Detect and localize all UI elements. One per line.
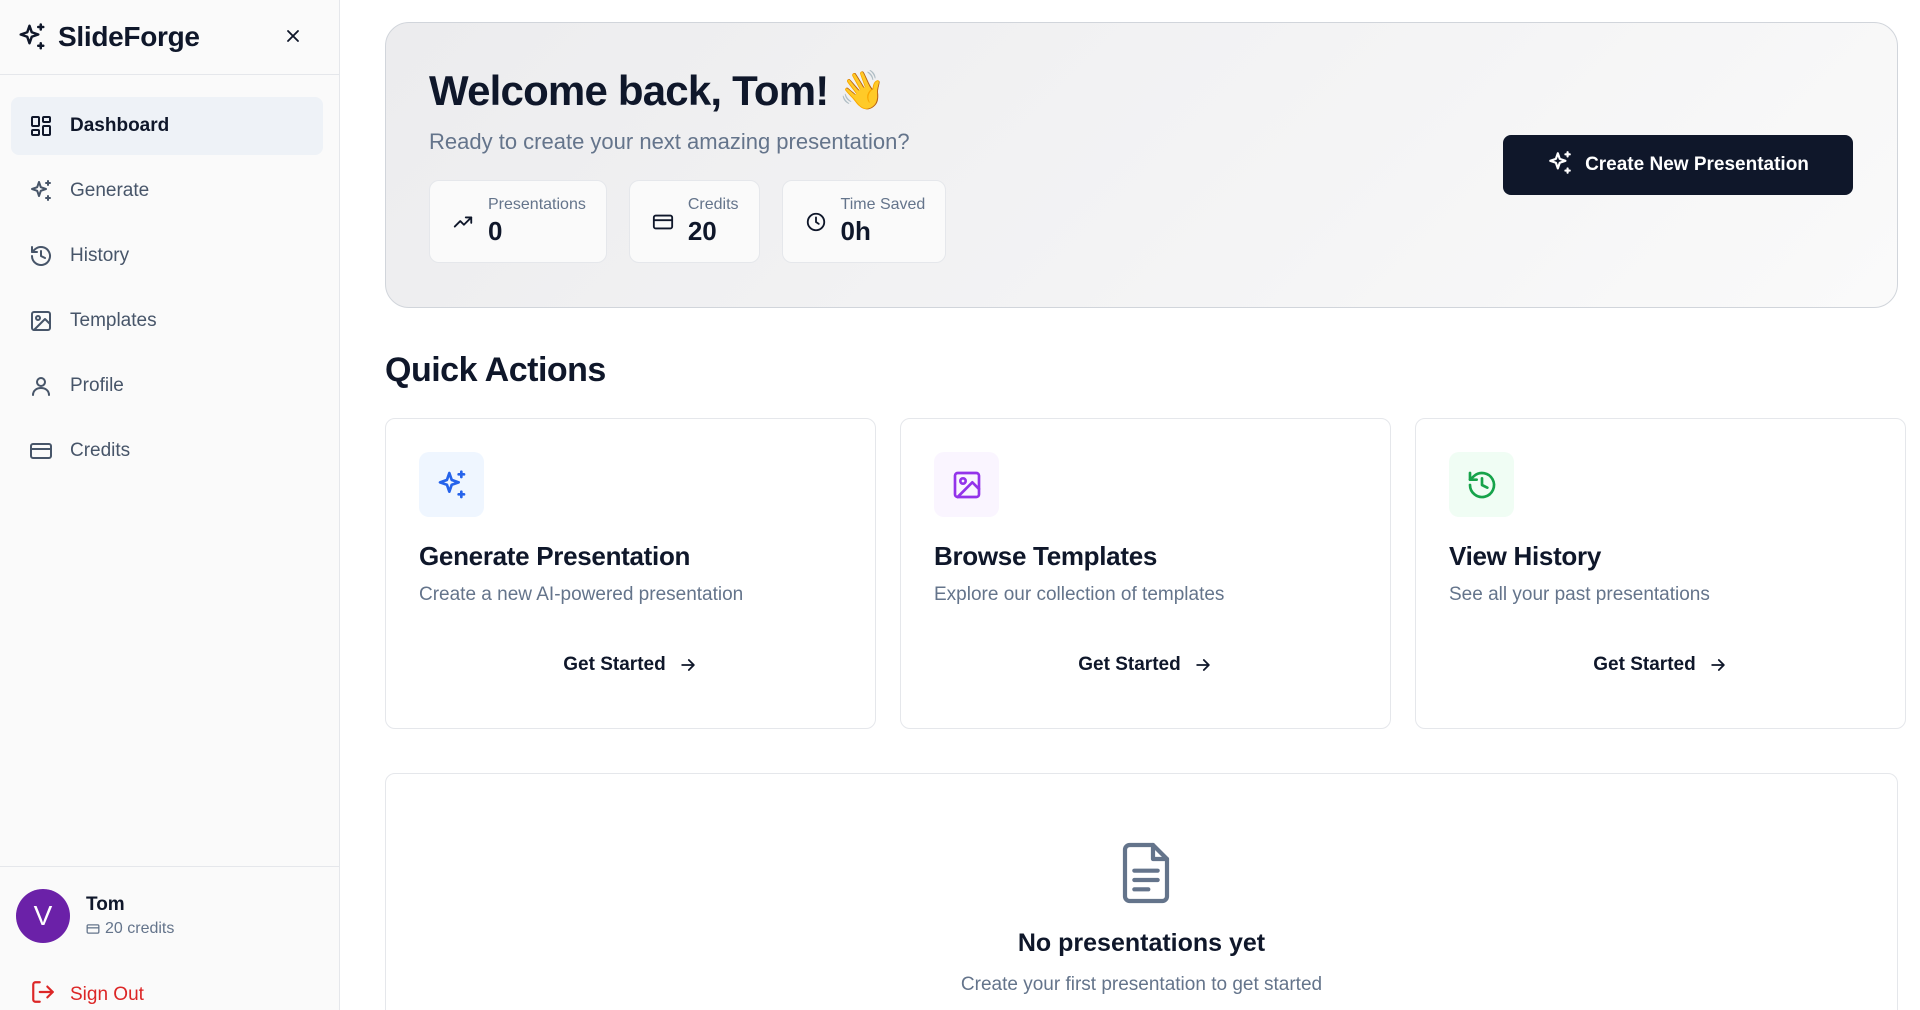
stats-row: Presentations 0 Credits 20 Time Saved 0h	[429, 180, 968, 263]
quick-action-templates-card[interactable]: Browse Templates Explore our collection …	[900, 418, 1391, 729]
user-icon	[27, 372, 55, 400]
create-new-presentation-label: Create New Presentation	[1585, 154, 1809, 175]
stat-label: Presentations	[488, 196, 586, 213]
close-sidebar-button[interactable]	[277, 20, 309, 52]
sign-out-button[interactable]: Sign Out	[30, 979, 144, 1010]
trending-up-icon	[450, 209, 476, 235]
user-summary[interactable]: V Tom 20 credits	[16, 889, 174, 943]
sparkles-icon	[27, 177, 55, 205]
create-new-presentation-button[interactable]: Create New Presentation	[1503, 135, 1853, 195]
get-started-label: Get Started	[563, 654, 666, 675]
get-started-button[interactable]: Get Started	[1416, 648, 1905, 682]
card-description: Explore our collection of templates	[934, 584, 1225, 605]
card-title: View History	[1449, 541, 1601, 571]
sidebar-item-credits[interactable]: Credits	[11, 422, 323, 480]
stat-credits: Credits 20	[628, 180, 760, 263]
stat-label: Time Saved	[840, 196, 926, 213]
welcome-title: Welcome back, Tom! 👋	[429, 67, 886, 115]
stat-value: 20	[687, 216, 717, 246]
file-text-icon	[1122, 842, 1170, 904]
stat-presentations: Presentations 0	[429, 180, 607, 263]
credit-card-icon	[27, 437, 55, 465]
arrow-right-icon	[1193, 655, 1213, 675]
sidebar-item-profile[interactable]: Profile	[11, 357, 323, 415]
card-description: See all your past presentations	[1449, 584, 1710, 605]
avatar: V	[16, 889, 70, 943]
quick-actions-title: Quick Actions	[385, 351, 606, 389]
stat-time-saved: Time Saved 0h	[781, 180, 947, 263]
card-title: Generate Presentation	[419, 541, 691, 571]
sidebar-footer: V Tom 20 credits Sign Out	[0, 866, 339, 1010]
get-started-button[interactable]: Get Started	[386, 648, 875, 682]
sidebar-item-label: History	[70, 245, 130, 266]
credit-card-icon	[86, 922, 100, 936]
user-name: Tom	[86, 894, 125, 915]
get-started-label: Get Started	[1593, 654, 1696, 675]
sparkles-logo-icon	[16, 21, 48, 53]
sparkles-icon	[1547, 150, 1573, 181]
sidebar-item-label: Credits	[70, 440, 131, 461]
empty-state-subtitle: Create your first presentation to get st…	[960, 974, 1323, 995]
recent-presentations-empty-state: No presentations yet Create your first p…	[385, 773, 1898, 1010]
log-out-icon	[30, 979, 56, 1010]
sidebar-item-label: Generate	[70, 180, 150, 201]
image-icon	[934, 452, 999, 517]
arrow-right-icon	[678, 655, 698, 675]
brand-header: SlideForge	[0, 0, 339, 75]
stat-text: Presentations 0	[488, 196, 586, 247]
user-credits-label: 20 credits	[105, 920, 175, 937]
sparkles-icon	[419, 452, 484, 517]
sidebar-item-dashboard[interactable]: Dashboard	[11, 97, 323, 155]
stat-text: Time Saved 0h	[841, 196, 926, 247]
history-icon	[1449, 452, 1514, 517]
arrow-right-icon	[1708, 655, 1728, 675]
credit-card-icon	[650, 209, 676, 235]
layout-dashboard-icon	[27, 112, 55, 140]
welcome-subtitle: Ready to create your next amazing presen…	[429, 129, 910, 154]
stat-value: 0h	[840, 216, 871, 246]
sidebar-item-label: Profile	[70, 375, 124, 396]
waving-hand-emoji: 👋	[838, 70, 886, 112]
get-started-label: Get Started	[1078, 654, 1181, 675]
quick-action-history-card[interactable]: View History See all your past presentat…	[1415, 418, 1906, 729]
empty-state-title: No presentations yet	[1017, 929, 1266, 957]
stat-label: Credits	[687, 196, 739, 213]
sidebar: SlideForge Dashboard Generate History Te…	[0, 0, 340, 1010]
sign-out-label: Sign Out	[70, 983, 144, 1005]
app-root: SlideForge Dashboard Generate History Te…	[0, 0, 1920, 1010]
stat-text: Credits 20	[688, 196, 739, 247]
sidebar-item-generate[interactable]: Generate	[11, 162, 323, 220]
card-description: Create a new AI-powered presentation	[419, 584, 744, 605]
stat-value: 0	[488, 216, 503, 246]
sidebar-item-history[interactable]: History	[11, 227, 323, 285]
brand-name: SlideForge	[58, 21, 200, 52]
quick-action-generate-card[interactable]: Generate Presentation Create a new AI-po…	[385, 418, 876, 729]
welcome-banner: Welcome back, Tom! 👋 Ready to create you…	[385, 22, 1898, 308]
welcome-title-text: Welcome back, Tom!	[429, 67, 829, 114]
sidebar-item-label: Dashboard	[70, 115, 170, 136]
user-credits: 20 credits	[86, 920, 174, 938]
sidebar-item-templates[interactable]: Templates	[11, 292, 323, 350]
user-info: Tom 20 credits	[86, 894, 174, 938]
image-icon	[27, 307, 55, 335]
clock-icon	[803, 209, 829, 235]
get-started-button[interactable]: Get Started	[901, 648, 1390, 682]
close-icon	[287, 30, 299, 42]
sidebar-item-label: Templates	[70, 310, 157, 331]
card-title: Browse Templates	[934, 541, 1158, 571]
history-icon	[27, 242, 55, 270]
sidebar-nav: Dashboard Generate History Templates Pro…	[11, 97, 323, 487]
